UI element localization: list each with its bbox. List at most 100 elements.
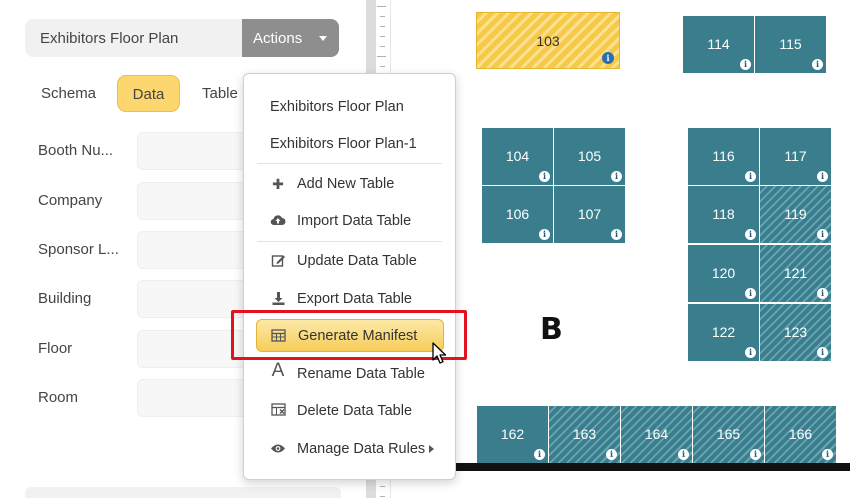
- menu-item-label: Import Data Table: [297, 213, 412, 229]
- booth-104[interactable]: 104 i: [482, 128, 553, 185]
- booth-117[interactable]: 117 i: [760, 128, 831, 185]
- plus-icon: ✚: [272, 176, 284, 192]
- booth-121[interactable]: 121 i: [760, 245, 831, 302]
- field-label-company: Company: [38, 192, 103, 209]
- table-icon: [270, 329, 286, 345]
- info-icon[interactable]: i: [817, 229, 828, 240]
- booth-number: 119: [784, 206, 807, 222]
- floor-input[interactable]: [137, 330, 257, 368]
- ruler-tick: [380, 486, 385, 487]
- actions-button-label: Actions: [253, 30, 303, 47]
- actions-dropdown-menu: Exhibitors Floor Plan Exhibitors Floor P…: [243, 73, 456, 480]
- info-icon[interactable]: i: [812, 59, 823, 70]
- room-input[interactable]: [137, 379, 257, 417]
- info-icon[interactable]: i: [534, 449, 545, 460]
- info-icon[interactable]: i: [602, 52, 614, 64]
- booth-119[interactable]: 119 i: [760, 186, 831, 243]
- booth-107[interactable]: 107 i: [554, 186, 625, 243]
- booth-number: 163: [572, 426, 597, 442]
- booth-number: 118: [712, 206, 735, 222]
- table-delete-icon: [270, 403, 286, 419]
- info-icon[interactable]: i: [678, 449, 689, 460]
- actions-dropdown-button[interactable]: Actions: [242, 19, 339, 57]
- ruler-tick: [377, 56, 386, 57]
- menu-item-rename-data-table[interactable]: A Rename Data Table: [244, 357, 455, 391]
- booth-number: 104: [505, 148, 530, 164]
- booth-163[interactable]: 163 i: [549, 406, 620, 463]
- booth-165[interactable]: 165 i: [693, 406, 764, 463]
- booth-162[interactable]: 162 i: [477, 406, 548, 463]
- info-icon[interactable]: i: [606, 449, 617, 460]
- booth-103[interactable]: 103 i: [476, 12, 620, 69]
- menu-item-manage-data-rules[interactable]: Manage Data Rules: [244, 432, 455, 466]
- company-input[interactable]: [137, 182, 257, 220]
- info-icon[interactable]: i: [539, 229, 550, 240]
- booth-number: 117: [784, 148, 807, 164]
- menu-item-update-data-table[interactable]: Update Data Table: [244, 244, 455, 278]
- font-icon: A: [271, 360, 285, 381]
- booth-number: 103: [536, 33, 560, 49]
- booth-123[interactable]: 123 i: [760, 304, 831, 361]
- booth-116[interactable]: 116 i: [688, 128, 759, 185]
- tab-table[interactable]: Table: [202, 75, 238, 112]
- booth-166[interactable]: 166 i: [765, 406, 836, 463]
- menu-item-exhibitors-floor-plan[interactable]: Exhibitors Floor Plan: [244, 90, 455, 124]
- ruler-tick: [380, 496, 385, 497]
- info-icon[interactable]: i: [750, 449, 761, 460]
- menu-item-delete-data-table[interactable]: Delete Data Table: [244, 394, 455, 428]
- caret-right-icon: [429, 445, 434, 453]
- booth-number: 121: [783, 265, 808, 281]
- info-icon[interactable]: i: [745, 171, 756, 182]
- info-icon[interactable]: i: [817, 171, 828, 182]
- booth-120[interactable]: 120 i: [688, 245, 759, 302]
- ruler-tick: [377, 6, 386, 7]
- menu-item-label: Exhibitors Floor Plan-1: [270, 136, 417, 152]
- booth-122[interactable]: 122 i: [688, 304, 759, 361]
- ruler-tick: [380, 66, 385, 67]
- booth-number: 105: [577, 148, 602, 164]
- booth-number: 123: [783, 324, 808, 340]
- tab-schema[interactable]: Schema: [41, 75, 96, 112]
- building-input[interactable]: [137, 280, 257, 318]
- cloud-upload-icon: [270, 213, 286, 229]
- info-icon[interactable]: i: [611, 171, 622, 182]
- info-icon[interactable]: i: [539, 171, 550, 182]
- booth-115[interactable]: 115 i: [755, 16, 826, 73]
- menu-item-export-data-table[interactable]: Export Data Table: [244, 282, 455, 316]
- mouse-cursor-icon: [432, 342, 447, 364]
- info-icon[interactable]: i: [745, 288, 756, 299]
- section-label: B: [540, 312, 563, 347]
- info-icon[interactable]: i: [745, 229, 756, 240]
- booth-164[interactable]: 164 i: [621, 406, 692, 463]
- booth-114[interactable]: 114 i: [683, 16, 754, 73]
- booth-number-input[interactable]: [137, 132, 257, 170]
- info-icon[interactable]: i: [745, 347, 756, 358]
- menu-item-add-new-table[interactable]: ✚ Add New Table: [244, 167, 455, 201]
- info-icon[interactable]: i: [817, 288, 828, 299]
- menu-item-label: Export Data Table: [297, 291, 412, 307]
- menu-item-generate-manifest[interactable]: Generate Manifest: [256, 319, 444, 352]
- info-icon[interactable]: i: [817, 347, 828, 358]
- menu-item-exhibitors-floor-plan-1[interactable]: Exhibitors Floor Plan-1: [244, 127, 455, 161]
- booth-number: 165: [716, 426, 741, 442]
- field-label-room: Room: [38, 389, 79, 406]
- menu-item-label: Add New Table: [297, 176, 395, 192]
- booth-number: 122: [711, 324, 736, 340]
- table-title-field[interactable]: Exhibitors Floor Plan: [25, 19, 245, 57]
- booth-105[interactable]: 105 i: [554, 128, 625, 185]
- booth-number: 114: [707, 36, 730, 52]
- info-icon[interactable]: i: [611, 229, 622, 240]
- booth-number: 162: [500, 426, 525, 442]
- ruler-tick: [380, 26, 385, 27]
- booth-118[interactable]: 118 i: [688, 186, 759, 243]
- eye-icon: [270, 441, 286, 457]
- field-label-building: Building: [38, 290, 92, 307]
- info-icon[interactable]: i: [740, 59, 751, 70]
- booth-106[interactable]: 106 i: [482, 186, 553, 243]
- info-icon[interactable]: i: [822, 449, 833, 460]
- menu-item-import-data-table[interactable]: Import Data Table: [244, 204, 455, 238]
- sponsor-level-input[interactable]: [137, 231, 257, 269]
- menu-divider: [257, 163, 442, 164]
- caret-down-icon: [319, 36, 327, 41]
- tab-data[interactable]: Data: [117, 75, 180, 112]
